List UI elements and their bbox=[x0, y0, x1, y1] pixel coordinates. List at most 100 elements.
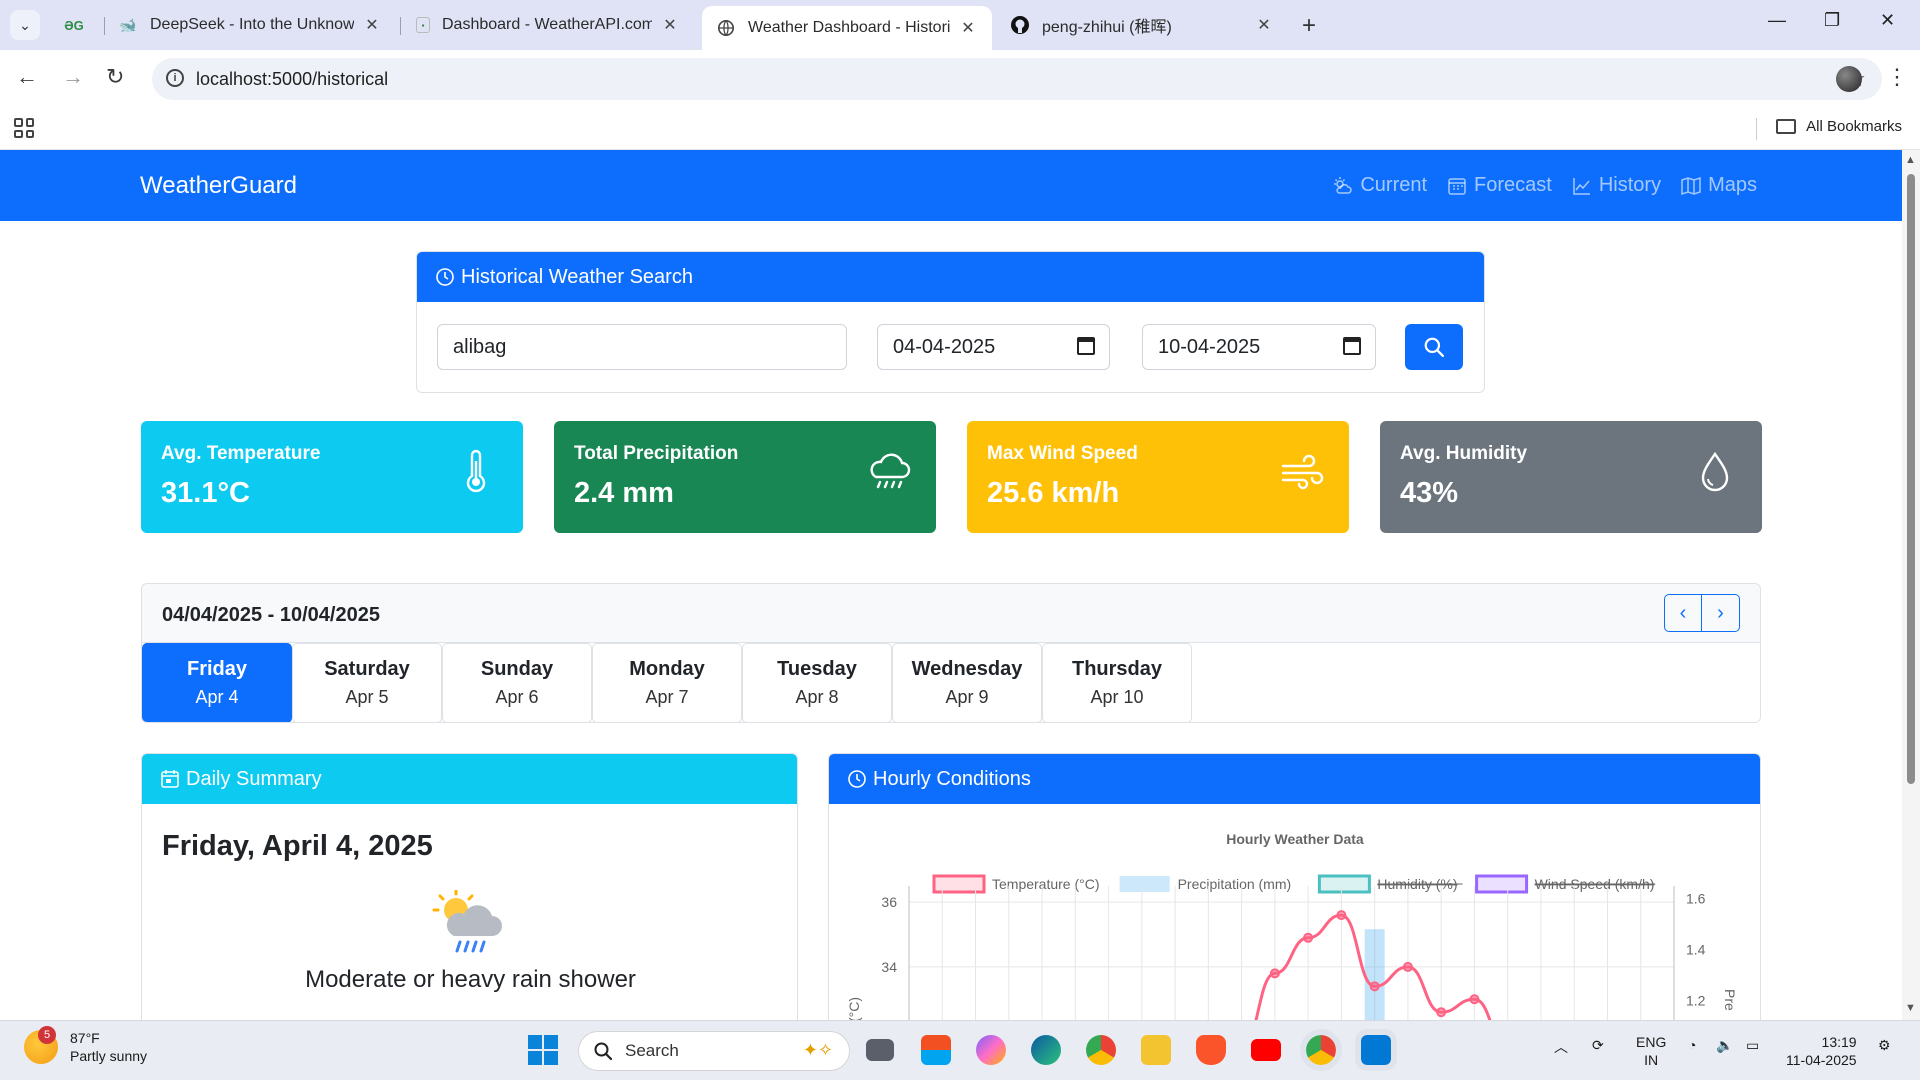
scroll-up-arrow-icon[interactable]: ▲ bbox=[1905, 154, 1916, 166]
scroll-down-arrow-icon[interactable]: ▼ bbox=[1905, 1002, 1916, 1014]
week-selector-card: 04/04/2025 - 10/04/2025 ‹ › Friday Apr 4… bbox=[141, 583, 1761, 723]
close-tab-icon[interactable]: ✕ bbox=[660, 15, 680, 35]
temperature-point bbox=[1336, 910, 1347, 921]
brave-browser-icon[interactable] bbox=[1196, 1035, 1226, 1065]
wifi-icon[interactable]: ◔ bbox=[1688, 1037, 1696, 1053]
day-tabs: Friday Apr 4 Saturday Apr 5 Sunday Apr 6… bbox=[142, 642, 1760, 722]
thermometer-icon bbox=[466, 449, 486, 493]
stat-label: Avg. Temperature bbox=[161, 443, 321, 464]
url-text[interactable]: localhost:5000/historical bbox=[196, 69, 388, 90]
system-clock[interactable]: 13:19 11-04-2025 bbox=[1786, 1033, 1857, 1069]
folder-icon bbox=[1776, 119, 1797, 134]
new-tab-button[interactable]: + bbox=[1302, 12, 1316, 40]
previous-week-button[interactable]: ‹ bbox=[1664, 594, 1702, 632]
vscode-icon[interactable] bbox=[1355, 1029, 1397, 1071]
tab-weather-dashboard-historical[interactable]: Weather Dashboard - Historical ✕ bbox=[702, 6, 992, 50]
tab-search-dropdown[interactable]: ⌄ bbox=[10, 10, 40, 40]
day-name: Wednesday bbox=[911, 658, 1023, 680]
calendar-icon[interactable] bbox=[1077, 337, 1095, 355]
hourly-weather-chart[interactable]: Hourly Weather Data Temperature (°C) Preci… bbox=[829, 804, 1761, 1020]
hourly-conditions-header: Hourly Conditions bbox=[829, 754, 1760, 804]
profile-avatar[interactable] bbox=[1836, 66, 1862, 92]
clock-history-icon bbox=[436, 268, 454, 286]
back-button[interactable]: ← bbox=[16, 64, 38, 90]
task-view-icon[interactable] bbox=[866, 1039, 894, 1061]
location-input[interactable]: alibag bbox=[437, 324, 847, 370]
tab-title: Dashboard - WeatherAPI.com bbox=[442, 16, 652, 33]
start-date-value: 04-04-2025 bbox=[893, 335, 996, 358]
close-tab-icon[interactable]: ✕ bbox=[362, 15, 382, 35]
nav-link-history[interactable]: History bbox=[1572, 174, 1661, 197]
tab-geeksforgeeks[interactable]: ƏG bbox=[50, 6, 110, 44]
close-tab-icon[interactable]: ✕ bbox=[1254, 15, 1274, 35]
forward-button[interactable]: → bbox=[62, 64, 84, 90]
day-tab-sunday[interactable]: Sunday Apr 6 bbox=[442, 643, 592, 722]
youtube-icon[interactable] bbox=[1251, 1039, 1281, 1061]
copilot-icon[interactable] bbox=[976, 1035, 1006, 1065]
notification-bell-icon[interactable]: ⚙ bbox=[1878, 1037, 1891, 1054]
close-tab-icon[interactable]: ✕ bbox=[958, 18, 978, 38]
nav-link-forecast[interactable]: Forecast bbox=[1447, 174, 1552, 197]
show-hidden-icons-chevron-icon[interactable]: ︿ bbox=[1554, 1037, 1568, 1057]
search-button[interactable] bbox=[1405, 324, 1463, 370]
day-tab-tuesday[interactable]: Tuesday Apr 8 bbox=[742, 643, 892, 722]
search-card-title: Historical Weather Search bbox=[461, 265, 693, 288]
day-tab-friday[interactable]: Friday Apr 4 bbox=[142, 643, 292, 722]
browser-tab-bar: ⌄ ƏG 🐋 DeepSeek - Into the Unknown ✕ ▪ D… bbox=[0, 0, 1920, 50]
search-icon bbox=[1424, 337, 1445, 358]
minimize-button[interactable]: — bbox=[1768, 10, 1786, 31]
cloud-rain-icon bbox=[870, 453, 911, 489]
scrollbar-thumb[interactable] bbox=[1907, 174, 1915, 784]
chevron-right-icon: › bbox=[1717, 601, 1724, 624]
start-date-input[interactable]: 04-04-2025 bbox=[877, 324, 1110, 370]
volume-icon[interactable]: 🔈 bbox=[1716, 1037, 1733, 1054]
stat-label: Max Wind Speed bbox=[987, 443, 1138, 464]
tab-title: Weather Dashboard - Historical bbox=[748, 19, 950, 36]
day-tab-saturday[interactable]: Saturday Apr 5 bbox=[292, 643, 442, 722]
day-date: Apr 9 bbox=[945, 687, 989, 707]
language-indicator[interactable]: ENG IN bbox=[1636, 1033, 1666, 1069]
day-name: Saturday bbox=[324, 658, 410, 680]
reload-button[interactable]: ↻ bbox=[106, 64, 124, 90]
weather-widget[interactable]: 5 87°F Partly sunny bbox=[24, 1026, 147, 1065]
temperature-point bbox=[1469, 994, 1480, 1005]
site-info-icon[interactable]: i bbox=[166, 69, 184, 87]
start-button-windows-icon[interactable] bbox=[528, 1035, 558, 1065]
tab-weatherapi-dashboard[interactable]: ▪ Dashboard - WeatherAPI.com ✕ bbox=[402, 6, 694, 44]
microsoft-store-icon[interactable] bbox=[921, 1035, 951, 1065]
close-window-button[interactable]: ✕ bbox=[1880, 10, 1895, 31]
taskbar-search-box[interactable]: Search ✦✧ bbox=[578, 1031, 850, 1071]
historical-search-card: Historical Weather Search alibag 04-04-2… bbox=[416, 251, 1485, 393]
calendar-icon[interactable] bbox=[1343, 337, 1361, 355]
stat-value: 25.6 km/h bbox=[987, 477, 1120, 509]
nav-link-current[interactable]: Current bbox=[1333, 174, 1427, 197]
browser-menu-icon[interactable]: ⋮ bbox=[1886, 64, 1908, 90]
all-bookmarks-button[interactable]: All Bookmarks bbox=[1776, 118, 1902, 135]
clock-time: 13:19 bbox=[1821, 1034, 1857, 1050]
lang-secondary: IN bbox=[1644, 1052, 1659, 1068]
nav-link-maps[interactable]: Maps bbox=[1681, 174, 1757, 197]
temperature-point bbox=[1303, 932, 1314, 943]
tab-github-peng-zhihui[interactable]: peng-zhihui (稚晖) ✕ bbox=[996, 6, 1288, 44]
sync-icon[interactable]: ⟳ bbox=[1592, 1037, 1604, 1054]
file-explorer-icon[interactable] bbox=[1141, 1035, 1171, 1065]
edge-browser-icon[interactable] bbox=[1031, 1035, 1061, 1065]
apps-grid-icon[interactable] bbox=[14, 118, 34, 138]
end-date-input[interactable]: 10-04-2025 bbox=[1142, 324, 1376, 370]
nav-label: History bbox=[1598, 174, 1662, 196]
battery-icon[interactable]: ▭ bbox=[1746, 1037, 1759, 1054]
chrome-active-icon[interactable] bbox=[1300, 1029, 1342, 1071]
restore-button[interactable]: ❐ bbox=[1824, 10, 1840, 31]
tab-deepseek[interactable]: 🐋 DeepSeek - Into the Unknown ✕ bbox=[104, 6, 396, 44]
day-tab-thursday[interactable]: Thursday Apr 10 bbox=[1042, 643, 1192, 722]
brand-logo[interactable]: WeatherGuard bbox=[140, 172, 297, 200]
omnibox[interactable]: i localhost:5000/historical ☆ bbox=[152, 58, 1882, 100]
next-week-button[interactable]: › bbox=[1702, 594, 1740, 632]
page-scrollbar[interactable]: ▲ ▼ bbox=[1902, 150, 1920, 1020]
wind-icon bbox=[1281, 454, 1324, 490]
day-tab-wednesday[interactable]: Wednesday Apr 9 bbox=[892, 643, 1042, 722]
chart-title: Hourly Weather Data bbox=[1226, 831, 1364, 847]
day-tab-monday[interactable]: Monday Apr 7 bbox=[592, 643, 742, 722]
chrome-icon[interactable] bbox=[1086, 1035, 1116, 1065]
github-icon bbox=[1010, 15, 1030, 35]
